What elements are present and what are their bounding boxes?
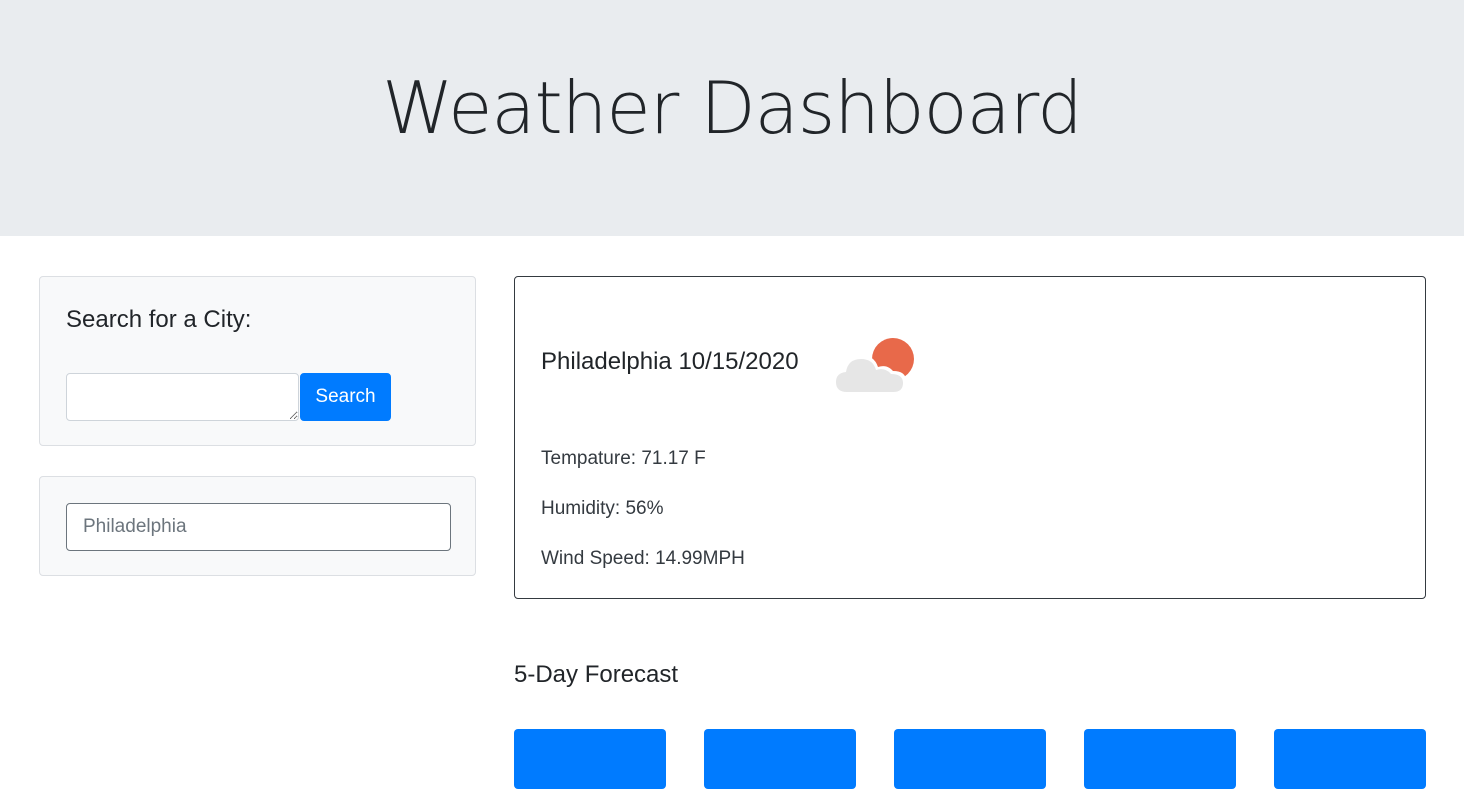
page-title: Weather Dashboard [382, 66, 1083, 150]
current-city-title: Philadelphia 10/15/2020 [541, 348, 799, 375]
city-search-input[interactable] [66, 373, 299, 421]
forecast-card-day-3 [894, 729, 1046, 789]
forecast-card-day-2 [704, 729, 856, 789]
temperature-value: Tempature: 71.17 F [541, 448, 706, 469]
forecast-card-day-4 [1084, 729, 1236, 789]
wind-speed-value: Wind Speed: 14.99MPH [541, 548, 745, 569]
history-item-philadelphia[interactable]: Philadelphia [66, 503, 451, 551]
forecast-card-day-5 [1274, 729, 1426, 789]
forecast-heading: 5-Day Forecast [514, 661, 679, 688]
forecast-card-day-1 [514, 729, 666, 789]
humidity-value: Humidity: 56% [541, 498, 664, 519]
search-button[interactable]: Search [300, 373, 391, 421]
search-history-panel: Philadelphia [39, 476, 476, 576]
search-panel: Search for a City: Search [39, 276, 476, 446]
search-heading: Search for a City: [66, 306, 252, 333]
page-header: Weather Dashboard [0, 0, 1464, 236]
current-weather-card: Philadelphia 10/15/2020 Tempature: 71.17… [514, 276, 1426, 599]
partly-cloudy-icon [833, 338, 914, 392]
